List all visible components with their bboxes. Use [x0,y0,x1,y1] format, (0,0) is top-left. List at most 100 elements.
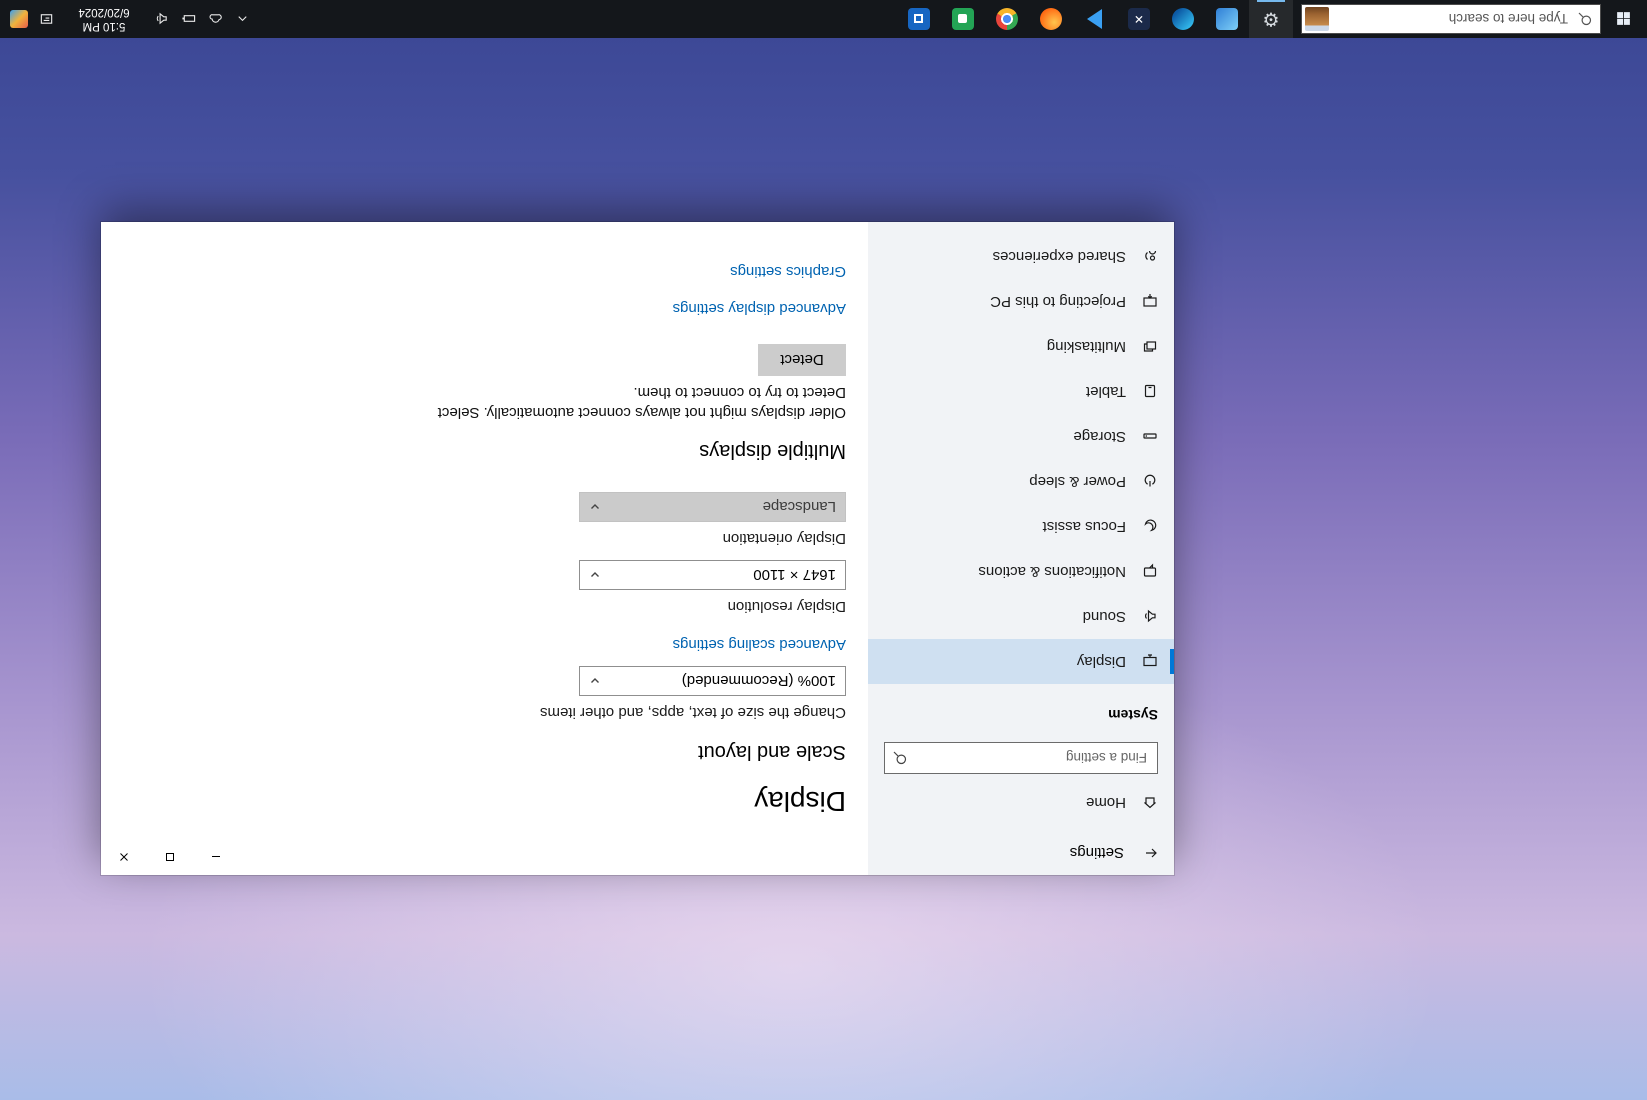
sidebar-nav: Display Sound Notifications & actions Fo… [868,234,1174,684]
minimize-button[interactable] [193,839,239,875]
advanced-scaling-link[interactable]: Advanced scaling settings [101,634,846,654]
taskbar-search-input[interactable] [1329,11,1570,28]
chevron-down-icon [589,501,601,513]
resolution-dropdown-value: 1647 × 1100 [753,567,836,584]
green-app-taskbar-icon[interactable] [941,0,985,38]
sidebar-item-storage[interactable]: Storage [868,414,1174,459]
blue-app-taskbar-icon[interactable] [897,0,941,38]
nav-label: Notifications & actions [978,563,1126,580]
minimize-icon [211,852,221,862]
sidebar-item-shared-experiences[interactable]: Shared experiences [868,234,1174,279]
settings-window: Settings Home System Display [101,222,1174,875]
sidebar-item-projecting[interactable]: Projecting to this PC [868,279,1174,324]
onedrive-tray-icon[interactable] [202,0,229,38]
multiple-displays-description: Older displays might not always connect … [396,382,846,422]
sidebar-item-focus-assist[interactable]: Focus assist [868,504,1174,549]
resolution-label: Display resolution [101,596,846,616]
orientation-dropdown-value: Landscape [763,499,836,516]
app-x-taskbar-icon[interactable]: ✕ [1117,0,1161,38]
settings-taskbar-icon[interactable]: ⚙ [1249,0,1293,38]
settings-sidebar: Settings Home System Display [868,222,1174,875]
search-highlight-icon[interactable] [1305,7,1329,31]
chevron-up-icon [235,12,250,27]
nav-label: Focus assist [1043,518,1126,535]
nav-label: Multitasking [1047,338,1126,355]
scale-label: Change the size of text, apps, and other… [101,702,846,722]
tablet-icon [1142,384,1158,400]
chrome-taskbar-icon[interactable] [985,0,1029,38]
media-player-taskbar-icon[interactable] [1073,0,1117,38]
tray-app-icon [11,10,29,28]
sidebar-item-power-sleep[interactable]: Power & sleep [868,459,1174,504]
find-a-setting-box [884,742,1158,774]
taskbar-search-box [1301,4,1601,34]
chevron-down-icon [589,675,601,687]
close-button[interactable] [101,839,147,875]
orientation-dropdown[interactable]: Landscape [579,492,846,522]
taskbar-clock[interactable]: 5:10 PM 6/20/2024 [60,5,148,33]
volume-tray-icon[interactable] [148,0,175,38]
edge-taskbar-icon[interactable] [1161,0,1205,38]
clock-date: 6/20/2024 [60,5,148,19]
speaker-icon [154,12,169,27]
play-icon [1088,9,1103,29]
nav-label: Display [1077,653,1126,670]
nav-label: Projecting to this PC [990,293,1126,310]
window-title: Settings [1070,845,1124,862]
system-tray: 5:10 PM 6/20/2024 [0,0,256,38]
resolution-dropdown[interactable]: 1647 × 1100 [579,560,846,590]
power-icon [1142,474,1158,490]
detect-button[interactable]: Detect [758,344,846,376]
window-controls [101,839,239,875]
gear-icon: ⚙ [1262,10,1279,29]
pinned-apps: ⚙ ✕ [897,0,1293,38]
moon-icon [1142,519,1158,535]
search-icon [1570,11,1600,27]
advanced-display-link[interactable]: Advanced display settings [101,298,846,318]
close-icon [119,852,129,862]
sidebar-section-label: System [868,707,1158,723]
maximize-icon [165,852,175,862]
scale-dropdown[interactable]: 100% (Recommended) [579,666,846,696]
page-title: Display [101,785,846,817]
back-arrow-icon [1143,845,1159,861]
tray-app-button[interactable] [6,0,33,38]
edge-icon [1172,8,1194,30]
sidebar-titlebar: Settings [868,831,1174,875]
scale-and-layout-heading: Scale and layout [101,739,846,765]
display-page: Display Scale and layout Change the size… [101,261,868,875]
hidden-icons-button[interactable] [229,0,256,38]
maximize-button[interactable] [147,839,193,875]
x-icon: ✕ [1128,8,1150,30]
home-icon [1142,795,1158,811]
photos-icon [1216,8,1238,30]
search-icon [885,750,915,766]
multiple-displays-heading: Multiple displays [101,438,846,464]
green-app-icon [952,8,974,30]
sidebar-item-home[interactable]: Home [868,783,1174,823]
battery-tray-icon[interactable] [175,0,202,38]
sound-icon [1142,609,1158,625]
graphics-settings-link[interactable]: Graphics settings [101,261,846,281]
notifications-icon [1142,564,1158,580]
sidebar-item-display[interactable]: Display [868,639,1174,684]
sidebar-item-notifications[interactable]: Notifications & actions [868,549,1174,594]
settings-content: Display Scale and layout Change the size… [101,222,868,875]
firefox-taskbar-icon[interactable] [1029,0,1073,38]
photos-taskbar-icon[interactable] [1205,0,1249,38]
home-label: Home [1086,795,1126,812]
nav-label: Power & sleep [1029,473,1126,490]
chevron-down-icon [589,569,601,581]
multitasking-icon [1142,339,1158,355]
nav-label: Tablet [1086,383,1126,400]
start-button[interactable] [1601,0,1647,38]
clock-time: 5:10 PM [60,19,148,33]
back-button[interactable] [1128,831,1174,875]
find-a-setting-input[interactable] [915,750,1157,767]
storage-icon [1142,429,1158,445]
sidebar-item-sound[interactable]: Sound [868,594,1174,639]
sidebar-item-multitasking[interactable]: Multitasking [868,324,1174,369]
action-center-button[interactable] [33,0,60,38]
rotated-screen: Settings Home System Display [0,0,1647,1100]
sidebar-item-tablet[interactable]: Tablet [868,369,1174,414]
